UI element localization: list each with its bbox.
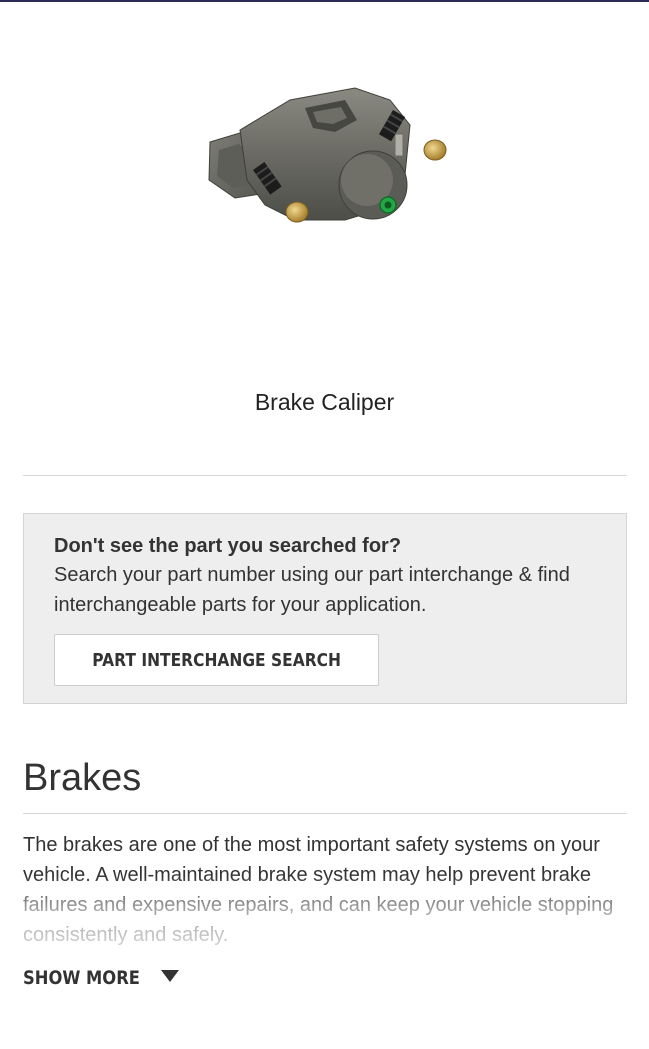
show-more-label: SHOW MORE bbox=[23, 967, 140, 989]
top-border bbox=[0, 0, 649, 2]
part-interchange-search-label: PART INTERCHANGE SEARCH bbox=[92, 649, 341, 671]
interchange-heading: Don't see the part you searched for? bbox=[54, 535, 402, 557]
section-description-text: The brakes are one of the most important… bbox=[23, 834, 614, 946]
part-interchange-search-button[interactable]: PART INTERCHANGE SEARCH bbox=[54, 634, 379, 686]
interchange-description: Search your part number using our part i… bbox=[54, 564, 570, 616]
section-description: The brakes are one of the most important… bbox=[23, 830, 627, 950]
part-interchange-panel: Don't see the part you searched for? Sea… bbox=[23, 513, 627, 704]
brake-caliper-image[interactable] bbox=[195, 80, 455, 240]
divider bbox=[23, 813, 627, 814]
product-name[interactable]: Brake Caliper bbox=[0, 388, 649, 416]
section-title: Brakes bbox=[23, 757, 142, 799]
divider bbox=[23, 475, 627, 476]
show-more-button[interactable]: SHOW MORE bbox=[23, 967, 179, 989]
caret-down-icon bbox=[160, 970, 179, 982]
